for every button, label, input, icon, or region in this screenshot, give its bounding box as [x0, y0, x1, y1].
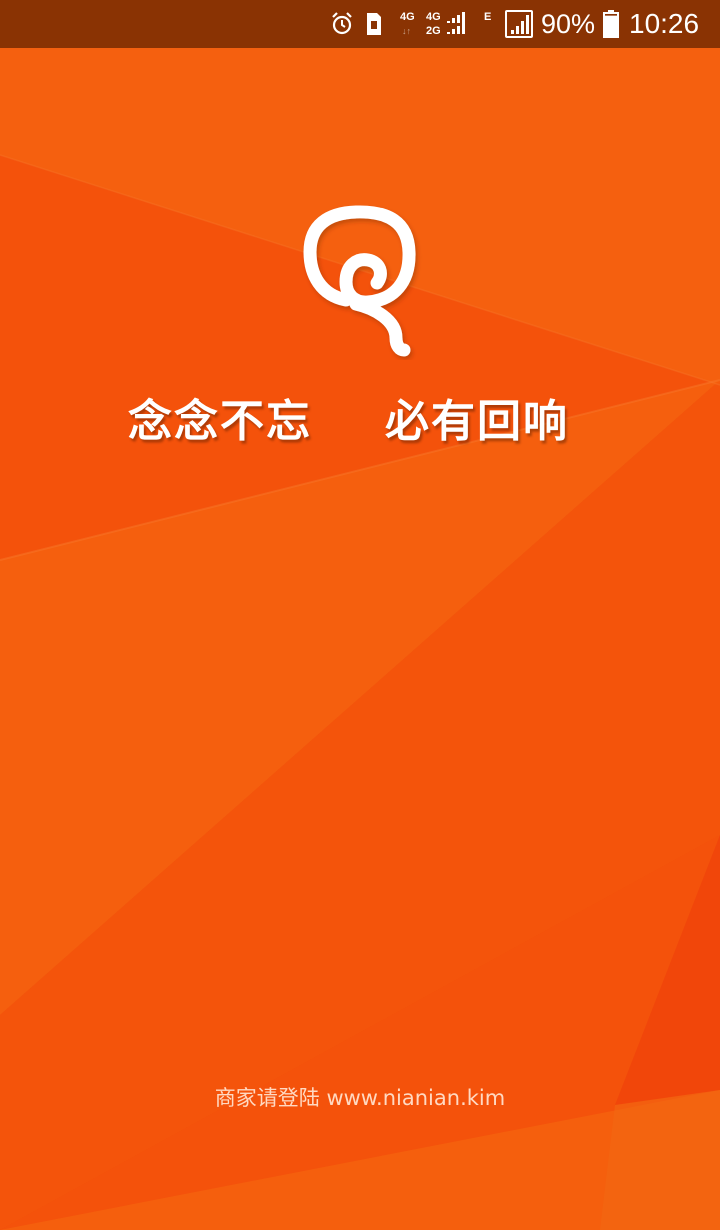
- background: [0, 0, 720, 1230]
- data-arrows-icon: ↓↑: [402, 26, 411, 36]
- status-bar: 4G ↓↑ 4G 2G E 90% 10:26: [0, 0, 720, 48]
- clock-time: 10:26: [629, 8, 700, 39]
- splash-screen: 4G ↓↑ 4G 2G E 90% 10:26 念念不忘 必有回响 商家请登陆 …: [0, 0, 720, 1230]
- swirl-logo-icon: [303, 205, 416, 357]
- battery-percent: 90%: [541, 9, 596, 39]
- data-type-indicator: E: [484, 11, 492, 23]
- signal-icon: [447, 12, 465, 34]
- signal-icon: [505, 10, 533, 38]
- network-type-primary: 4G: [400, 11, 415, 23]
- merchant-login-link[interactable]: 商家请登陆 www.nianian.kim: [0, 1082, 720, 1114]
- slogan-left: 念念不忘: [128, 396, 312, 447]
- alarm-icon: [332, 12, 352, 35]
- slogan-right: 必有回响: [385, 396, 569, 447]
- network-type-secondary-top: 4G: [426, 11, 441, 23]
- battery-icon: [603, 10, 619, 38]
- sim-icon: [367, 13, 381, 35]
- network-type-secondary-bottom: 2G: [426, 25, 441, 37]
